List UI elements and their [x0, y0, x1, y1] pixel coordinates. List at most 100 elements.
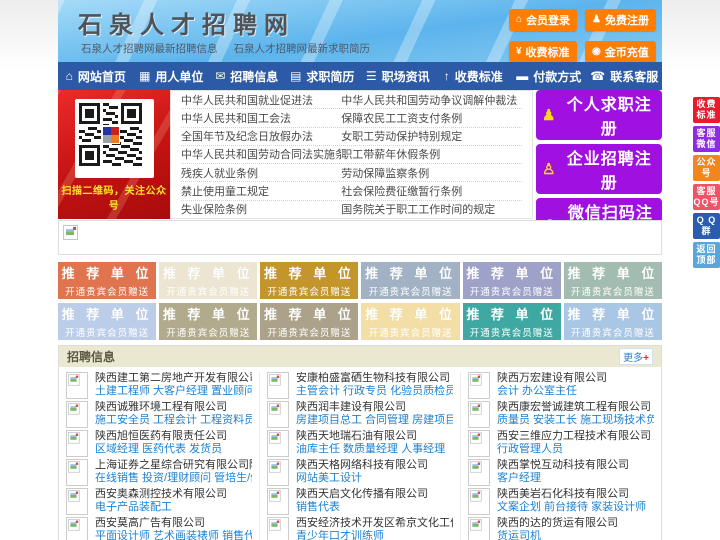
recommended-unit-box[interactable]: 推 荐 单 位开通贵宾会员赠送: [159, 262, 258, 299]
company-name-link[interactable]: 西安莫高广告有限公司: [95, 517, 252, 530]
quick-button-免费注册[interactable]: ♟ 免费注册: [585, 9, 656, 31]
sidebar-button-返回顶部[interactable]: 返回 顶部: [693, 242, 720, 268]
register-button-企业招聘注册[interactable]: ♙ 企业招聘注册: [536, 144, 662, 194]
quick-button-金币充值[interactable]: ◉ 金币充值: [585, 41, 656, 62]
company-logo-thumb[interactable]: [468, 459, 490, 486]
job-positions-links[interactable]: 网站美工设计: [296, 472, 428, 485]
job-positions-links[interactable]: 油库主任 数质量经理 人事经理: [296, 443, 445, 456]
law-link[interactable]: 失业保险条例: [181, 201, 341, 217]
law-link[interactable]: 全国年节及纪念日放假办法: [181, 128, 341, 144]
company-name-link[interactable]: 陕西康宏誉诚建筑工程有限公司: [497, 401, 654, 414]
ad-banner[interactable]: [58, 220, 662, 255]
job-positions-links[interactable]: 质量员 安装工长 施工现场技术负责人: [497, 414, 654, 427]
company-logo-thumb[interactable]: [267, 430, 289, 457]
law-link[interactable]: 中华人民共和国劳动合同法实施条例: [181, 146, 341, 162]
recommended-unit-box[interactable]: 推 荐 单 位开通贵宾会员赠送: [462, 262, 561, 299]
company-logo-thumb[interactable]: [468, 430, 490, 457]
law-link[interactable]: 禁止使用童工规定: [181, 183, 341, 199]
nav-item-收费标准[interactable]: ↑ 收费标准: [436, 68, 512, 85]
job-positions-links[interactable]: 文案企划 前台接待 家装设计师: [497, 501, 646, 514]
company-logo-thumb[interactable]: [468, 517, 490, 540]
nav-item-职场资讯[interactable]: ☰ 职场资讯: [360, 68, 436, 85]
company-name-link[interactable]: 陕西诚雅环境工程有限公司: [95, 401, 252, 414]
recommended-unit-box[interactable]: 推 荐 单 位开通贵宾会员赠送: [260, 303, 359, 340]
company-name-link[interactable]: 陕西旭恒医药有限责任公司: [95, 430, 227, 443]
sidebar-button-QQ群[interactable]: Q Q群: [693, 213, 720, 239]
quick-button-会员登录[interactable]: ⌂ 会员登录: [508, 9, 578, 31]
nav-item-付款方式[interactable]: ▬ 付款方式: [511, 68, 587, 85]
company-logo-thumb[interactable]: [267, 401, 289, 428]
job-positions-links[interactable]: 土建工程师 大客户经理 置业顾问: [95, 385, 252, 398]
company-logo-thumb[interactable]: [66, 372, 88, 399]
company-logo-thumb[interactable]: [468, 488, 490, 515]
company-logo-thumb[interactable]: [66, 430, 88, 457]
sidebar-button-公众号[interactable]: 公众号: [693, 155, 720, 181]
recommended-unit-box[interactable]: 推 荐 单 位开通贵宾会员赠送: [159, 303, 258, 340]
company-logo-thumb[interactable]: [267, 372, 289, 399]
law-link[interactable]: 女职工劳动保护特别规定: [341, 128, 522, 144]
company-logo-thumb[interactable]: [267, 459, 289, 486]
recommended-unit-box[interactable]: 推 荐 单 位开通贵宾会员赠送: [361, 262, 460, 299]
law-link[interactable]: 中华人民共和国劳动争议调解仲裁法: [341, 92, 522, 108]
company-name-link[interactable]: 陕西润丰建设有限公司: [296, 401, 453, 414]
recommended-unit-box[interactable]: 推 荐 单 位开通贵宾会员赠送: [563, 262, 662, 299]
company-name-link[interactable]: 西安三维应力工程技术有限公司: [497, 430, 651, 443]
job-positions-links[interactable]: 客户经理: [497, 472, 629, 485]
law-link[interactable]: 保障农民工工资支付条例: [341, 110, 522, 126]
law-link[interactable]: 中华人民共和国工会法: [181, 110, 341, 126]
nav-item-联系客服[interactable]: ☎ 联系客服: [587, 68, 663, 85]
nav-item-网站首页[interactable]: ⌂ 网站首页: [58, 68, 134, 85]
company-name-link[interactable]: 陕西的达的货运有限公司: [497, 517, 618, 530]
job-positions-links[interactable]: 区域经理 医药代表 发货员: [95, 443, 227, 456]
recommended-unit-box[interactable]: 推 荐 单 位开通贵宾会员赠送: [58, 262, 157, 299]
company-name-link[interactable]: 陕西美岩石化科技有限公司: [497, 488, 646, 501]
company-logo-thumb[interactable]: [267, 488, 289, 515]
law-link[interactable]: 中华人民共和国就业促进法: [181, 92, 341, 108]
law-link[interactable]: 劳动保障监察条例: [341, 165, 522, 181]
recommended-unit-box[interactable]: 推 荐 单 位开通贵宾会员赠送: [462, 303, 561, 340]
job-positions-links[interactable]: 行政管理人员: [497, 443, 651, 456]
job-positions-links[interactable]: 青少年口才训练师: [296, 530, 453, 540]
company-name-link[interactable]: 陕西建工第二房地产开发有限公司: [95, 372, 252, 385]
company-name-link[interactable]: 陕西天格网络科技有限公司: [296, 459, 428, 472]
company-name-link[interactable]: 安康柏盛富硒生物科技有限公司: [296, 372, 453, 385]
law-link[interactable]: 职工带薪年休假条例: [341, 146, 522, 162]
company-name-link[interactable]: 陕西天启文化传播有限公司: [296, 488, 428, 501]
sidebar-button-收费标准[interactable]: 收费 标准: [693, 97, 720, 123]
law-link[interactable]: 国务院关于职工工作时间的规定: [341, 201, 522, 217]
nav-item-招聘信息[interactable]: ✉ 招聘信息: [209, 68, 285, 85]
company-name-link[interactable]: 陕西万宏建设有限公司: [497, 372, 607, 385]
recommended-unit-box[interactable]: 推 荐 单 位开通贵宾会员赠送: [260, 262, 359, 299]
job-positions-links[interactable]: 主管会计 行政专员 化验员质检员: [296, 385, 453, 398]
quick-button-收费标准[interactable]: ¥ 收费标准: [508, 41, 578, 62]
company-name-link[interactable]: 上海证券之星综合研究有限公司陕西分公司: [95, 459, 252, 472]
job-positions-links[interactable]: 销售代表: [296, 501, 428, 514]
register-button-个人求职注册[interactable]: ♟ 个人求职注册: [536, 90, 662, 140]
job-positions-links[interactable]: 房建项目总工 合同管理 房建项目经理: [296, 414, 453, 427]
job-positions-links[interactable]: 电子产品装配工: [95, 501, 227, 514]
job-positions-links[interactable]: 平面设计师 艺术画装裱师 销售代表: [95, 530, 252, 540]
company-logo-thumb[interactable]: [267, 517, 289, 540]
jobs-more-link[interactable]: 更多+: [619, 348, 653, 365]
company-name-link[interactable]: 西安经济技术开发区希京文化工作室: [296, 517, 453, 530]
company-logo-thumb[interactable]: [66, 517, 88, 540]
job-positions-links[interactable]: 施工安全员 工程会计 工程资料员: [95, 414, 252, 427]
sidebar-button-客服微信[interactable]: 客服 微信: [693, 126, 720, 152]
company-name-link[interactable]: 陕西天地瑞石油有限公司: [296, 430, 445, 443]
law-link[interactable]: 社会保险费征缴暂行条例: [341, 183, 522, 199]
job-positions-links[interactable]: 在线销售 投资/理财顾问 管培生/储备干部: [95, 472, 252, 485]
company-logo-thumb[interactable]: [468, 401, 490, 428]
company-name-link[interactable]: 西安奥森测控技术有限公司: [95, 488, 227, 501]
company-logo-thumb[interactable]: [66, 488, 88, 515]
company-name-link[interactable]: 陕西掌悦互动科技有限公司: [497, 459, 629, 472]
job-positions-links[interactable]: 货运司机: [497, 530, 618, 540]
sidebar-button-客服QQ号[interactable]: 客服 QQ号: [693, 184, 720, 210]
nav-item-用人单位[interactable]: ▦ 用人单位: [134, 68, 210, 85]
recommended-unit-box[interactable]: 推 荐 单 位开通贵宾会员赠送: [361, 303, 460, 340]
company-logo-thumb[interactable]: [468, 372, 490, 399]
nav-item-求职简历[interactable]: ▤ 求职简历: [285, 68, 361, 85]
company-logo-thumb[interactable]: [66, 401, 88, 428]
law-link[interactable]: 残疾人就业条例: [181, 165, 341, 181]
recommended-unit-box[interactable]: 推 荐 单 位开通贵宾会员赠送: [563, 303, 662, 340]
recommended-unit-box[interactable]: 推 荐 单 位开通贵宾会员赠送: [58, 303, 157, 340]
